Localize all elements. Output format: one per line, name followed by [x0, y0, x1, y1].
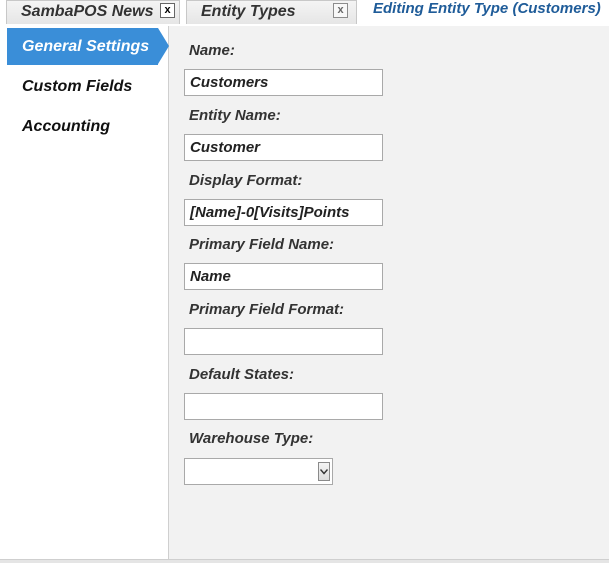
entity-name-label: Entity Name:: [189, 107, 281, 124]
sidebar-item-general-settings[interactable]: General Settings: [7, 28, 169, 65]
primary-field-name-label: Primary Field Name:: [189, 236, 335, 253]
display-format-field[interactable]: [Name]-0[Visits]Points: [184, 199, 383, 226]
default-states-label: Default States:: [189, 366, 295, 383]
name-field[interactable]: Customers: [184, 69, 383, 96]
warehouse-type-select[interactable]: [184, 458, 333, 485]
name-label: Name:: [189, 42, 235, 59]
close-icon[interactable]: x: [333, 3, 348, 18]
tab-label: Entity Types: [201, 3, 296, 20]
chevron-down-icon[interactable]: [318, 462, 330, 481]
primary-field-name-field[interactable]: Name: [184, 263, 383, 290]
warehouse-type-label: Warehouse Type:: [189, 430, 314, 447]
tab-entity-types[interactable]: Entity Types x: [186, 0, 357, 24]
sidebar: General Settings Custom Fields Accountin…: [7, 26, 169, 559]
sidebar-item-accounting[interactable]: Accounting: [7, 108, 158, 145]
entity-name-field[interactable]: Customer: [184, 134, 383, 161]
bottom-border: [0, 559, 609, 563]
tab-label: SambaPOS News: [21, 3, 154, 20]
page-title: Editing Entity Type (Customers): [373, 0, 601, 17]
form-panel: Name: Customers Entity Name: Customer Di…: [169, 26, 609, 559]
primary-field-format-label: Primary Field Format:: [189, 301, 345, 318]
tab-strip: SambaPOS News x Entity Types x Editing E…: [0, 0, 609, 26]
close-icon[interactable]: x: [160, 3, 175, 18]
default-states-field[interactable]: [184, 393, 383, 420]
primary-field-format-field[interactable]: [184, 328, 383, 355]
sidebar-item-custom-fields[interactable]: Custom Fields: [7, 68, 158, 105]
display-format-label: Display Format:: [189, 172, 303, 189]
tab-sambapos-news[interactable]: SambaPOS News x: [6, 0, 180, 24]
